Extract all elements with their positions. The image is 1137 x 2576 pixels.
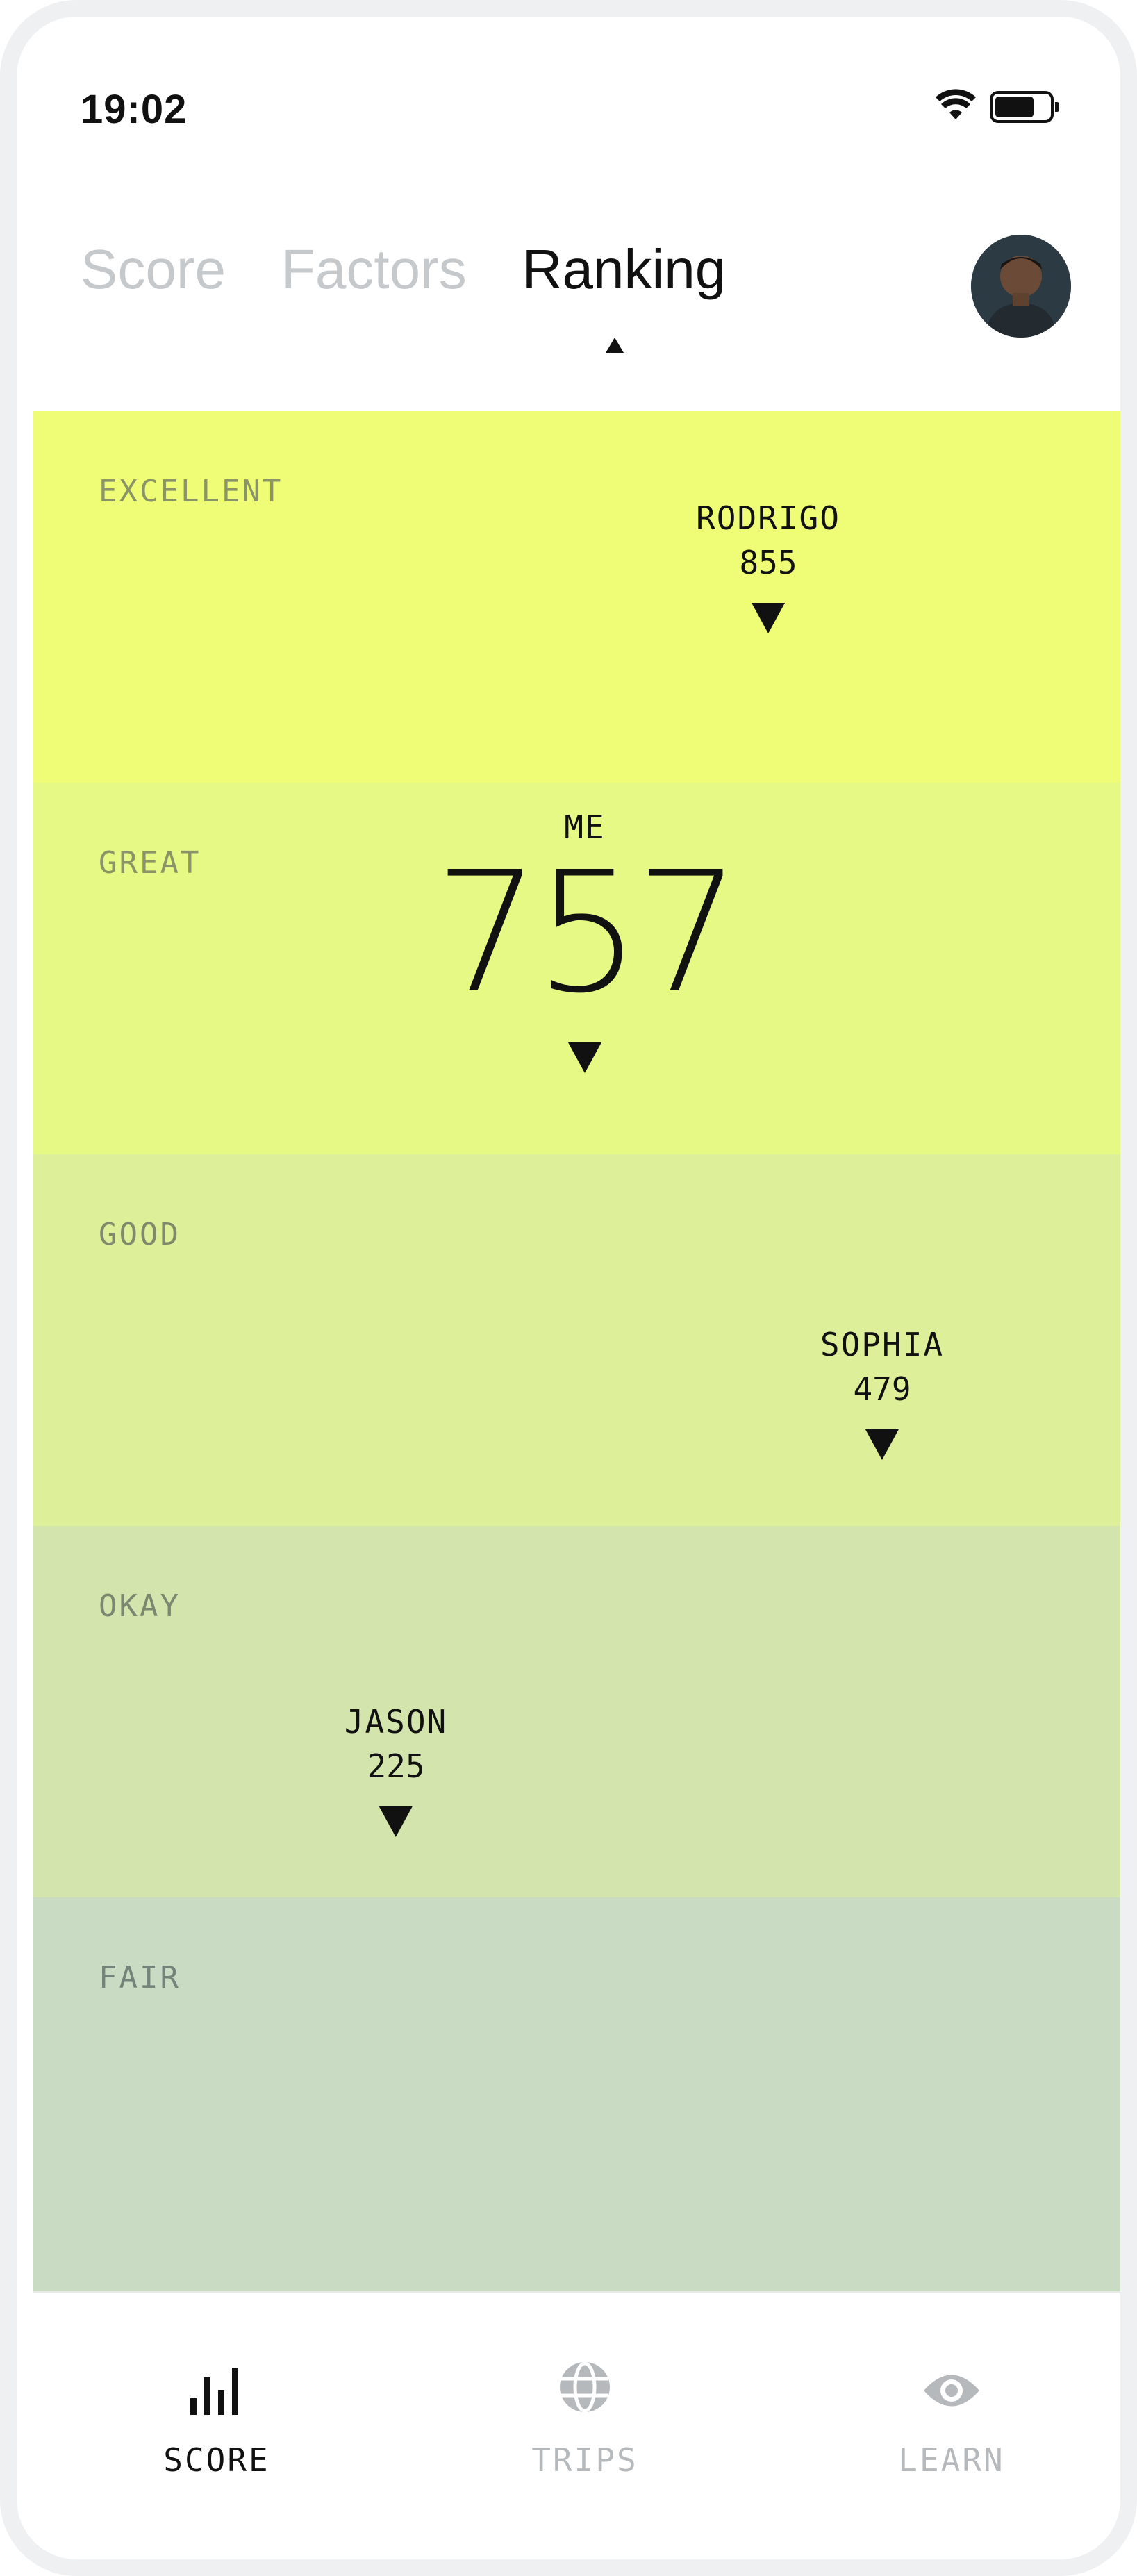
down-triangle-icon xyxy=(865,1429,899,1460)
active-tab-indicator-icon xyxy=(606,338,624,353)
wifi-icon xyxy=(936,89,976,124)
band-label-excellent: EXCELLENT xyxy=(99,474,283,509)
marker-name: RODRIGO xyxy=(696,499,840,537)
band-label-okay: OKAY xyxy=(99,1588,181,1624)
phone-frame: 19:02 Score Factors Ranking EXCELLENT RO… xyxy=(0,0,1137,2576)
tab-factors[interactable]: Factors xyxy=(281,238,467,301)
band-label-great: GREAT xyxy=(99,845,201,881)
band-great: GREAT ME 757 xyxy=(33,783,1120,1154)
marker-score: 855 xyxy=(739,544,797,581)
nav-label: TRIPS xyxy=(531,2441,638,2479)
my-score-value: 757 xyxy=(433,836,741,1030)
marker-score: 225 xyxy=(367,1747,425,1785)
nav-label: SCORE xyxy=(163,2441,270,2479)
battery-icon xyxy=(990,90,1059,123)
top-tabs: Score Factors Ranking xyxy=(81,238,726,301)
globe-icon xyxy=(481,2355,689,2415)
eye-icon xyxy=(847,2355,1056,2415)
band-fair: FAIR xyxy=(33,1897,1120,2291)
band-okay: OKAY JASON 225 xyxy=(33,1526,1120,1897)
band-label-good: GOOD xyxy=(99,1217,181,1252)
band-label-fair: FAIR xyxy=(99,1960,181,1995)
nav-label: LEARN xyxy=(898,2441,1005,2479)
tab-score[interactable]: Score xyxy=(81,238,226,301)
nav-score[interactable]: SCORE xyxy=(113,2355,321,2479)
tab-ranking[interactable]: Ranking xyxy=(522,238,727,301)
band-excellent: EXCELLENT RODRIGO 855 xyxy=(33,411,1120,783)
marker-name: JASON xyxy=(344,1703,448,1740)
bar-chart-icon xyxy=(113,2355,321,2415)
status-time: 19:02 xyxy=(81,87,188,132)
avatar[interactable] xyxy=(971,235,1071,338)
status-icons xyxy=(936,89,1059,124)
marker-jason[interactable]: JASON 225 xyxy=(345,1700,447,1837)
nav-learn[interactable]: LEARN xyxy=(847,2355,1056,2479)
down-triangle-icon xyxy=(379,1806,413,1837)
down-triangle-icon xyxy=(752,603,785,633)
marker-me[interactable]: ME 757 xyxy=(433,805,741,1073)
marker-score: 479 xyxy=(853,1370,911,1408)
bottom-nav: SCORE TRIPS LEARN xyxy=(33,2291,1120,2559)
marker-rodrigo[interactable]: RODRIGO 855 xyxy=(696,496,840,633)
marker-name: SOPHIA xyxy=(820,1326,945,1363)
marker-sophia[interactable]: SOPHIA 479 xyxy=(820,1322,944,1460)
down-triangle-icon xyxy=(568,1042,601,1073)
nav-trips[interactable]: TRIPS xyxy=(481,2355,689,2479)
band-good: GOOD SOPHIA 479 xyxy=(33,1154,1120,1526)
